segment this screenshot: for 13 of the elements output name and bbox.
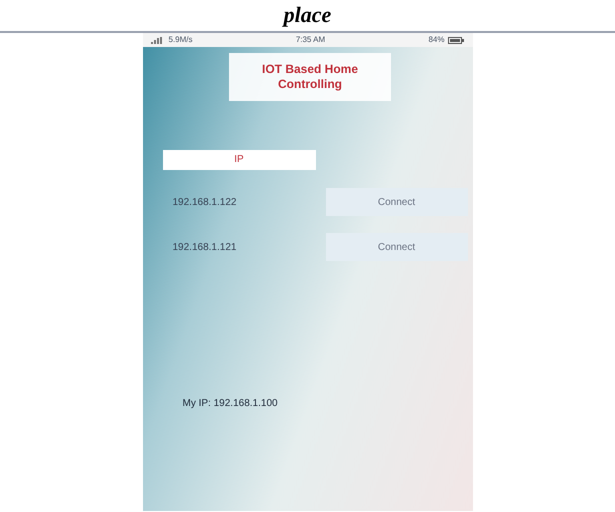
signal-icon: [150, 36, 164, 44]
my-ip-label: My IP: 192.168.1.100: [182, 397, 279, 411]
connect-button[interactable]: Connect: [326, 188, 468, 216]
connect-button[interactable]: Connect: [326, 233, 468, 261]
caption: place: [284, 1, 332, 29]
device-ip: 192.168.1.121: [172, 240, 236, 254]
battery-icon: [448, 36, 464, 44]
app-title: IOT Based Home Controlling: [229, 53, 391, 101]
ip-input-field[interactable]: IP: [162, 150, 316, 170]
battery-percent: 84%: [428, 34, 444, 46]
clock: 7:35 AM: [296, 34, 326, 46]
device-ip: 192.168.1.122: [172, 196, 236, 210]
network-speed: 5.9M/s: [168, 34, 193, 46]
